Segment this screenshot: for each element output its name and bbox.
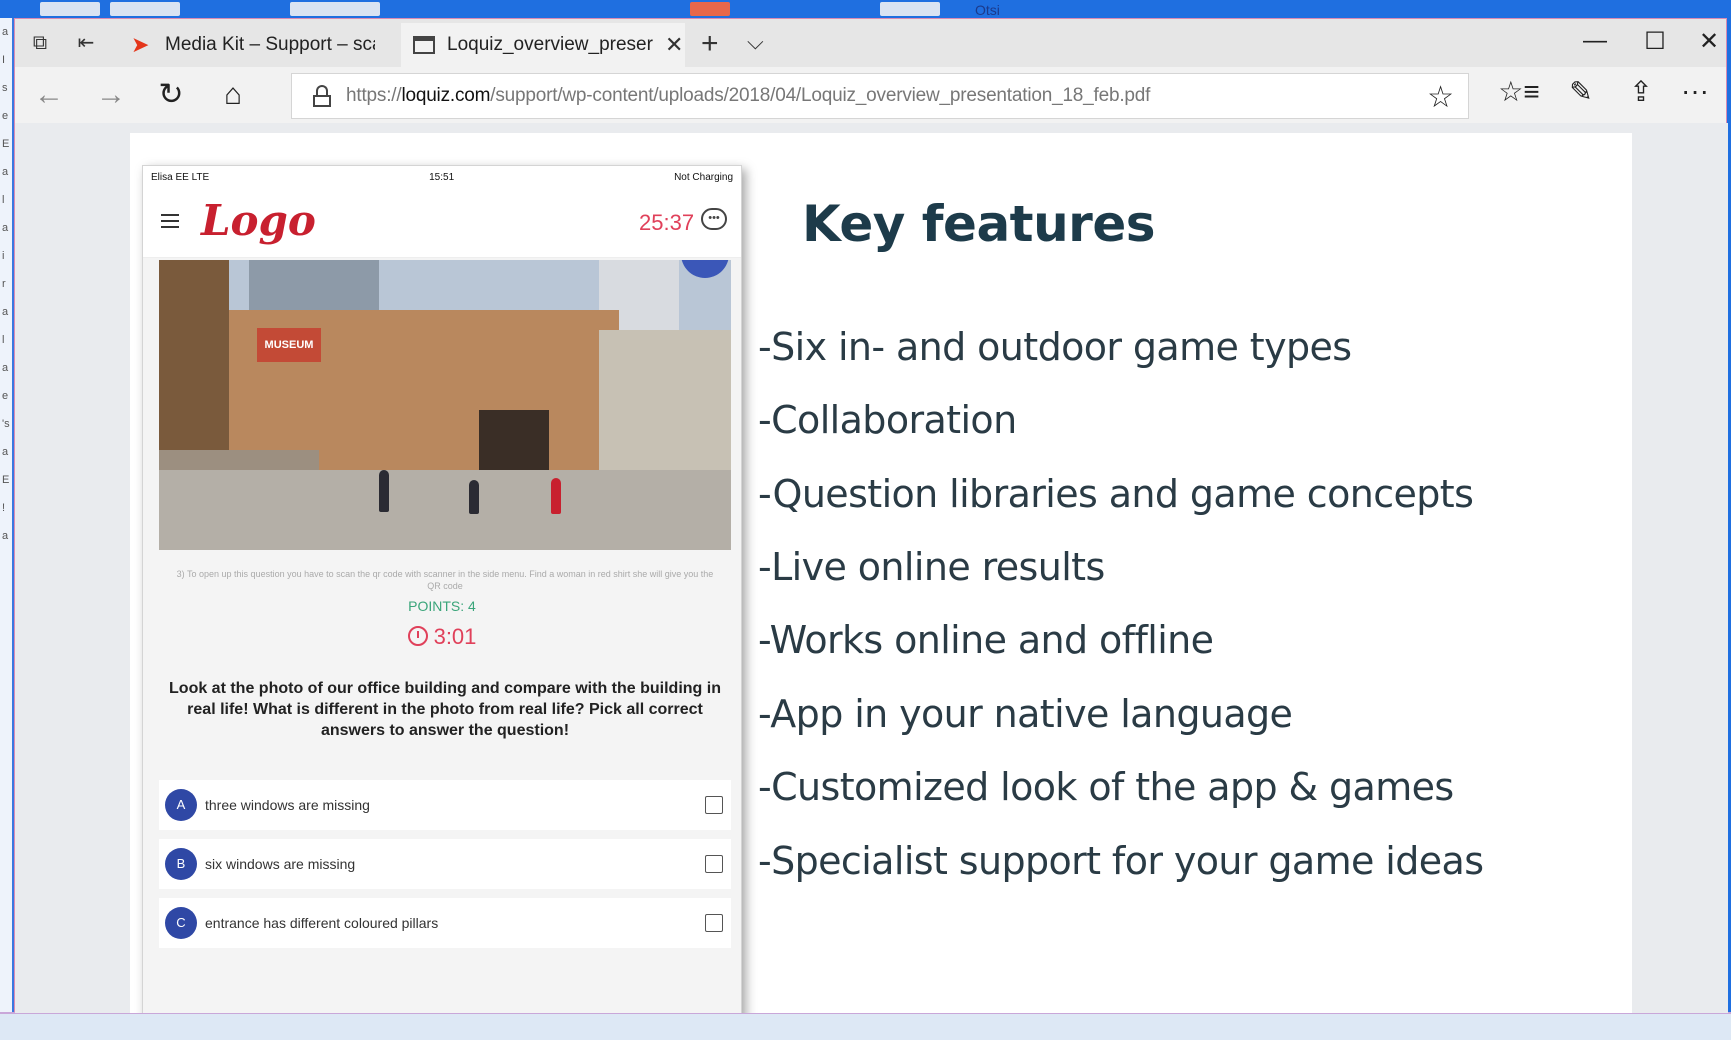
taskbar-thumbnail[interactable] (110, 2, 180, 16)
favorite-star-icon[interactable]: ☆ (1427, 80, 1454, 115)
address-bar[interactable]: https://loquiz.com/support/wp-content/up… (291, 73, 1469, 119)
lock-icon[interactable] (312, 85, 332, 107)
url-text[interactable]: https://loquiz.com/support/wp-content/up… (346, 85, 1150, 107)
navigation-bar: ← → ↻ ⌂ https://loquiz.com/support/wp-co… (15, 67, 1726, 123)
feature-item: -Six in- and outdoor game types (758, 325, 1352, 369)
close-tab-icon[interactable]: ✕ (665, 32, 683, 58)
desktop-edge-letter: i (2, 250, 5, 262)
answer-option: B six windows are missing (159, 839, 731, 889)
game-timer: 25:37 (639, 210, 695, 235)
desktop-top-strip: Otsi (0, 0, 1731, 18)
desktop-edge-letter: e (2, 390, 9, 402)
desktop-left-strip: a Is e Ea l a i r a l a e 's a E! a (0, 18, 14, 1040)
desktop-edge-letter: l (2, 334, 5, 346)
museum-photo: MUSEUM (159, 260, 731, 550)
desktop-edge-letter: a (2, 306, 9, 318)
tab-bar: ⧉ ⇤ ➤ Media Kit – Support – scave Loquiz… (15, 19, 1726, 67)
answer-letter: B (165, 848, 197, 880)
hamburger-menu-icon (161, 214, 179, 232)
feature-item: -Works online and offline (758, 618, 1214, 662)
answer-text: three windows are missing (205, 797, 370, 813)
question-text: Look at the photo of our office building… (169, 680, 721, 739)
web-note-icon[interactable]: ✎ (1559, 75, 1603, 108)
url-path: /support/wp-content/uploads/2018/04/Loqu… (490, 85, 1151, 106)
taskbar-thumbnail[interactable] (40, 2, 100, 16)
desktop-edge-letter: I (2, 54, 6, 66)
desktop-edge-letter: a (2, 222, 9, 234)
pdf-viewer[interactable]: Elisa EE LTE 15:51 Not Charging Logo 25:… (15, 123, 1728, 1013)
red-arrow-icon: ➤ (131, 32, 150, 57)
share-icon[interactable]: ⇪ (1619, 75, 1663, 108)
refresh-button[interactable]: ↻ (151, 77, 191, 113)
checkbox-icon (705, 914, 723, 932)
browser-window: ⧉ ⇤ ➤ Media Kit – Support – scave Loquiz… (14, 18, 1728, 1013)
phone-status-bar: Elisa EE LTE 15:51 Not Charging (143, 166, 741, 188)
url-domain: loquiz.com (401, 85, 491, 106)
desktop-edge-letter: a (2, 166, 9, 178)
answer-letter: A (165, 789, 197, 821)
taskbar-thumbnail[interactable] (290, 2, 380, 16)
feature-item: -App in your native language (758, 692, 1293, 736)
taskbar-search-label[interactable]: Otsi (975, 2, 1000, 18)
desktop-edge-letter: a (2, 446, 9, 458)
feature-item: -Question libraries and game concepts (758, 472, 1474, 516)
favorites-hub-icon[interactable]: ☆≡ (1497, 75, 1541, 108)
close-window-button[interactable]: ✕ (1689, 27, 1729, 56)
phone-screenshot: Elisa EE LTE 15:51 Not Charging Logo 25:… (142, 165, 742, 1013)
answer-letter: C (165, 907, 197, 939)
answer-option: C entrance has different coloured pillar… (159, 898, 731, 948)
answer-text: entrance has different coloured pillars (205, 915, 439, 931)
museum-sign: MUSEUM (257, 328, 321, 362)
question-timer: 3:01 (143, 624, 741, 650)
desktop-edge-letter: a (2, 362, 9, 374)
question-hint: 3) To open up this question you have to … (176, 569, 714, 591)
tabs-aside-icon[interactable]: ⇤ (73, 31, 99, 55)
set-tabs-aside-icon[interactable]: ⧉ (27, 31, 53, 55)
desktop-edge-letter: l (2, 194, 5, 206)
feature-item: -Live online results (758, 545, 1105, 589)
desktop-edge-letter: r (2, 278, 6, 290)
back-button[interactable]: ← (29, 77, 69, 113)
desktop-edge-letter: E (2, 138, 10, 150)
points-label: POINTS: 4 (408, 598, 476, 614)
desktop-edge-letter: ! (2, 502, 6, 514)
maximize-button[interactable]: ☐ (1635, 27, 1675, 56)
app-logo: Logo (201, 196, 316, 245)
desktop-edge-letter: a (2, 26, 9, 38)
chat-icon: ••• (701, 208, 727, 230)
desktop-edge-letter: 's (2, 418, 10, 430)
tab-preview-chevron-icon[interactable]: ⌵ (747, 29, 764, 55)
slide-title: Key features (802, 195, 1156, 253)
battery-status: Not Charging (674, 171, 733, 183)
desktop-edge-letter: e (2, 110, 9, 122)
feature-item: -Collaboration (758, 398, 1017, 442)
desktop-bottom-strip (0, 1012, 1731, 1040)
tab-loquiz-overview[interactable]: Loquiz_overview_preser ✕ (401, 23, 685, 67)
checkbox-icon (705, 855, 723, 873)
checkbox-icon (705, 796, 723, 814)
answer-text: six windows are missing (205, 856, 356, 872)
status-time: 15:51 (429, 171, 455, 183)
app-header: Logo 25:37 ••• (143, 188, 741, 258)
stopwatch-icon (407, 626, 428, 646)
desktop-edge-letter: s (2, 82, 8, 94)
feature-item: -Customized look of the app & games (758, 765, 1454, 809)
taskbar-thumbnail[interactable] (690, 2, 730, 16)
taskbar-thumbnail[interactable] (880, 2, 940, 16)
tab-media-kit[interactable]: ➤ Media Kit – Support – scave (119, 23, 397, 67)
page-icon (413, 36, 435, 54)
pdf-page: Elisa EE LTE 15:51 Not Charging Logo 25:… (130, 133, 1632, 1013)
tab-title: Loquiz_overview_preser (447, 34, 653, 55)
new-tab-button[interactable]: + (701, 27, 719, 61)
home-button[interactable]: ⌂ (213, 77, 253, 113)
minimize-button[interactable]: — (1575, 27, 1615, 55)
forward-button[interactable]: → (91, 77, 131, 113)
tab-title: Media Kit – Support – scave (165, 34, 375, 55)
answer-option: A three windows are missing (159, 780, 731, 830)
desktop-edge-letter: E (2, 474, 10, 486)
carrier-label: Elisa EE LTE (151, 171, 210, 183)
more-menu-icon[interactable]: ··· (1673, 75, 1717, 107)
feature-item: -Specialist support for your game ideas (758, 839, 1484, 883)
desktop-edge-letter: a (2, 530, 9, 542)
